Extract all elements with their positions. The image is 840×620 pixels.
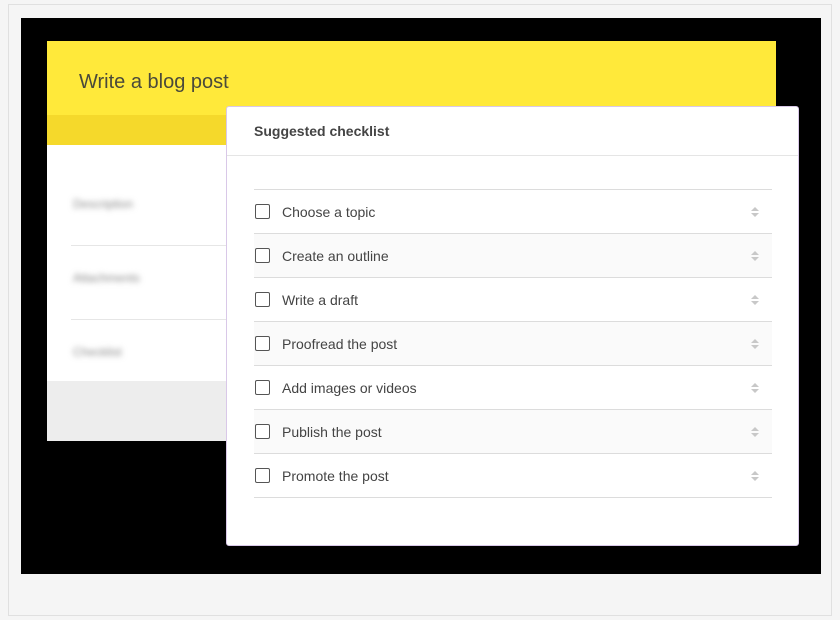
sort-handle-icon[interactable] bbox=[750, 470, 760, 481]
checklist-item-label: Promote the post bbox=[282, 467, 389, 484]
sort-handle-icon[interactable] bbox=[750, 426, 760, 437]
checklist-item-label: Add images or videos bbox=[282, 379, 417, 396]
card-section-row: Description bbox=[71, 171, 231, 246]
checkbox-icon[interactable] bbox=[255, 380, 270, 395]
sort-handle-icon[interactable] bbox=[750, 250, 760, 261]
checkbox-icon[interactable] bbox=[255, 292, 270, 307]
sort-handle-icon[interactable] bbox=[750, 338, 760, 349]
checkbox-icon[interactable] bbox=[255, 336, 270, 351]
checkbox-icon[interactable] bbox=[255, 468, 270, 483]
card-section-label: Attachments bbox=[73, 271, 140, 285]
suggested-checklist-panel: Suggested checklist Choose a topic Creat… bbox=[226, 106, 799, 546]
checklist-item-label: Create an outline bbox=[282, 247, 389, 264]
panel-title: Suggested checklist bbox=[254, 123, 390, 139]
panel-header: Suggested checklist bbox=[227, 107, 798, 156]
checkbox-icon[interactable] bbox=[255, 204, 270, 219]
card-section-row: Attachments bbox=[71, 245, 231, 320]
checklist-item[interactable]: Publish the post bbox=[254, 410, 772, 454]
checklist-item[interactable]: Promote the post bbox=[254, 454, 772, 498]
checklist-item[interactable]: Create an outline bbox=[254, 234, 772, 278]
checkbox-icon[interactable] bbox=[255, 248, 270, 263]
checklist-list: Choose a topic Create an outline Write a… bbox=[254, 189, 772, 498]
checklist-item-label: Write a draft bbox=[282, 291, 358, 308]
card-title: Write a blog post bbox=[79, 71, 229, 93]
checklist-item-label: Publish the post bbox=[282, 423, 382, 440]
checklist-item[interactable]: Add images or videos bbox=[254, 366, 772, 410]
sort-handle-icon[interactable] bbox=[750, 382, 760, 393]
checklist-item[interactable]: Choose a topic bbox=[254, 190, 772, 234]
checklist-item[interactable]: Proofread the post bbox=[254, 322, 772, 366]
sort-handle-icon[interactable] bbox=[750, 206, 760, 217]
checklist-item[interactable]: Write a draft bbox=[254, 278, 772, 322]
card-section-label: Description bbox=[73, 197, 134, 211]
sort-handle-icon[interactable] bbox=[750, 294, 760, 305]
checklist-item-label: Choose a topic bbox=[282, 203, 376, 220]
checklist-item-label: Proofread the post bbox=[282, 335, 398, 352]
card-section-label: Checklist bbox=[73, 345, 122, 359]
checkbox-icon[interactable] bbox=[255, 424, 270, 439]
